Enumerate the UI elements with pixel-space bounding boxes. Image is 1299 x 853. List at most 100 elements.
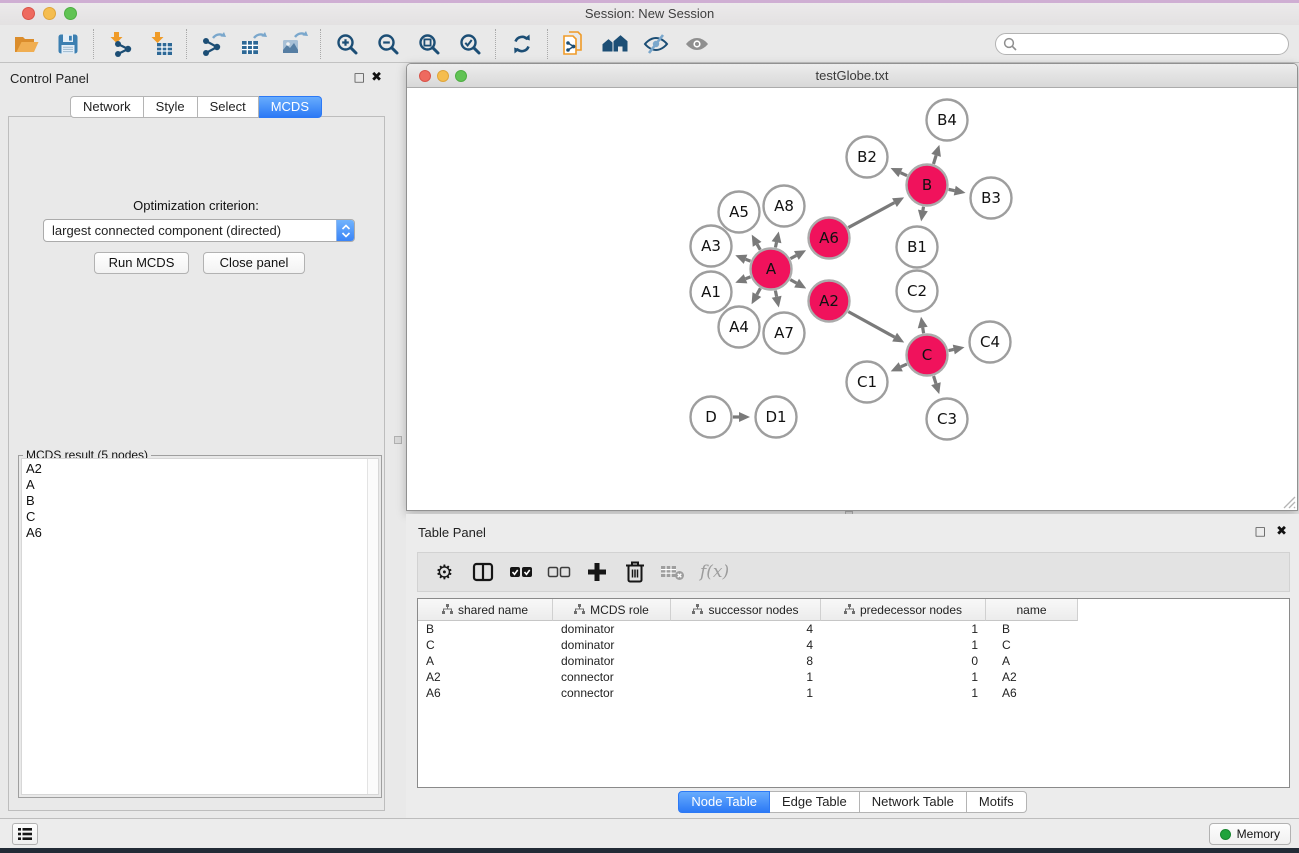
network-graph[interactable]: B4B2BB3A8A5A6A3B1AA1C2A2A4A7C4CC1DD1C3 bbox=[407, 88, 1297, 510]
create-column-icon[interactable] bbox=[582, 557, 611, 587]
arrowhead-icon bbox=[735, 274, 747, 283]
hide-details-icon[interactable] bbox=[635, 28, 676, 60]
delete-table-icon[interactable] bbox=[658, 557, 687, 587]
arrowhead-icon bbox=[772, 231, 782, 243]
network-window-titlebar[interactable]: testGlobe.txt bbox=[407, 64, 1297, 88]
tab-mcds[interactable]: MCDS bbox=[259, 96, 322, 118]
tab-network-table[interactable]: Network Table bbox=[860, 791, 967, 813]
table-header-row[interactable]: shared nameMCDS rolesuccessor nodesprede… bbox=[418, 599, 1289, 621]
table-toolbar: ⚙ f(x) bbox=[417, 552, 1290, 592]
search-input[interactable] bbox=[1022, 37, 1288, 51]
memory-button[interactable]: Memory bbox=[1209, 823, 1291, 845]
edge-B-B3[interactable] bbox=[949, 189, 955, 190]
scrollbar-track[interactable] bbox=[367, 459, 378, 794]
save-session-icon[interactable] bbox=[47, 28, 88, 60]
close-panel-icon[interactable]: ✖ bbox=[371, 70, 382, 85]
edge-A-A8[interactable] bbox=[775, 242, 776, 247]
edge-B-B2[interactable] bbox=[901, 173, 908, 176]
column-header-shared-name[interactable]: shared name bbox=[418, 599, 553, 621]
export-table-icon[interactable] bbox=[233, 28, 274, 60]
zoom-selected-icon[interactable] bbox=[449, 28, 490, 60]
close-panel-button[interactable]: Close panel bbox=[203, 252, 305, 274]
table-cell: 1 bbox=[821, 621, 986, 637]
mcds-result-item[interactable]: A6 bbox=[22, 525, 378, 541]
zoom-out-icon[interactable] bbox=[367, 28, 408, 60]
edge-A-A7[interactable] bbox=[775, 291, 776, 297]
edge-C-C4[interactable] bbox=[949, 349, 954, 350]
node-table[interactable]: shared nameMCDS rolesuccessor nodesprede… bbox=[417, 598, 1290, 788]
export-image-icon[interactable] bbox=[274, 28, 315, 60]
open-session-icon[interactable] bbox=[6, 28, 47, 60]
edge-A-A5[interactable] bbox=[757, 244, 760, 250]
run-mcds-button[interactable]: Run MCDS bbox=[94, 252, 189, 274]
node-label-C: C bbox=[922, 346, 932, 364]
function-builder-icon[interactable]: f(x) bbox=[700, 562, 729, 582]
column-header-mcds-role[interactable]: MCDS role bbox=[553, 599, 671, 621]
edge-B-B1[interactable] bbox=[923, 207, 924, 211]
edge-A-A4[interactable] bbox=[757, 288, 760, 294]
mcds-result-list[interactable]: A2ABCA6 bbox=[21, 458, 379, 795]
edge-C-C3[interactable] bbox=[934, 376, 936, 384]
control-panel-tabs: NetworkStyleSelectMCDS bbox=[0, 96, 392, 118]
edge-B-B4[interactable] bbox=[933, 155, 936, 164]
edge-C-C2[interactable] bbox=[923, 328, 924, 334]
table-row[interactable]: A6connector11A6 bbox=[418, 685, 1289, 701]
edge-A2-C[interactable] bbox=[848, 312, 894, 338]
column-header-name[interactable]: name bbox=[986, 599, 1078, 621]
mcds-result-item[interactable]: C bbox=[22, 509, 378, 525]
select-all-icon[interactable] bbox=[506, 557, 535, 587]
table-cell: B bbox=[986, 621, 1078, 637]
table-cell: A2 bbox=[418, 669, 553, 685]
edge-A-A2[interactable] bbox=[790, 280, 796, 283]
node-label-A8: A8 bbox=[774, 197, 794, 215]
task-history-button[interactable] bbox=[12, 823, 38, 845]
table-cell: A6 bbox=[418, 685, 553, 701]
resize-grip-icon[interactable] bbox=[1283, 496, 1296, 509]
column-header-predecessor-nodes[interactable]: predecessor nodes bbox=[821, 599, 986, 621]
show-columns-icon[interactable] bbox=[468, 557, 497, 587]
table-row[interactable]: Cdominator41C bbox=[418, 637, 1289, 653]
edge-A6-B[interactable] bbox=[848, 203, 894, 228]
table-row[interactable]: Adominator80A bbox=[418, 653, 1289, 669]
optimization-criterion-dropdown[interactable]: largest connected component (directed) bbox=[43, 219, 355, 242]
export-network-icon[interactable] bbox=[192, 28, 233, 60]
node-label-B3: B3 bbox=[981, 189, 1001, 207]
delete-columns-icon[interactable] bbox=[620, 557, 649, 587]
node-label-C3: C3 bbox=[937, 410, 957, 428]
vertical-split-grip[interactable] bbox=[394, 436, 402, 444]
refresh-icon[interactable] bbox=[501, 28, 542, 60]
deselect-all-icon[interactable] bbox=[544, 557, 573, 587]
table-row[interactable]: Bdominator41B bbox=[418, 621, 1289, 637]
tab-network[interactable]: Network bbox=[70, 96, 144, 118]
edge-C-C1[interactable] bbox=[901, 364, 907, 367]
zoom-in-icon[interactable] bbox=[326, 28, 367, 60]
close-panel-icon[interactable]: ✖ bbox=[1276, 524, 1287, 539]
table-row[interactable]: A2connector11A2 bbox=[418, 669, 1289, 685]
network-from-file-icon[interactable] bbox=[553, 28, 594, 60]
tab-select[interactable]: Select bbox=[198, 96, 259, 118]
node-label-A4: A4 bbox=[729, 318, 749, 336]
float-panel-icon[interactable]: □ bbox=[1255, 524, 1266, 538]
edge-A-A3[interactable] bbox=[746, 259, 751, 261]
tab-motifs[interactable]: Motifs bbox=[967, 791, 1027, 813]
tab-style[interactable]: Style bbox=[144, 96, 198, 118]
import-network-icon[interactable] bbox=[99, 28, 140, 60]
edge-A-A6[interactable] bbox=[790, 255, 796, 258]
tab-edge-table[interactable]: Edge Table bbox=[770, 791, 860, 813]
column-header-successor-nodes[interactable]: successor nodes bbox=[671, 599, 821, 621]
mcds-result-item[interactable]: A2 bbox=[22, 459, 378, 477]
table-tabs: Node TableEdge TableNetwork TableMotifs bbox=[406, 791, 1299, 813]
search-field[interactable] bbox=[995, 33, 1289, 55]
home-icon[interactable] bbox=[594, 28, 635, 60]
mcds-result-item[interactable]: A bbox=[22, 477, 378, 493]
tab-node-table[interactable]: Node Table bbox=[678, 791, 770, 813]
float-panel-icon[interactable]: □ bbox=[354, 70, 365, 84]
show-details-icon[interactable] bbox=[676, 28, 717, 60]
mcds-result-item[interactable]: B bbox=[22, 493, 378, 509]
table-settings-gear-icon[interactable]: ⚙ bbox=[430, 557, 459, 587]
import-table-icon[interactable] bbox=[140, 28, 181, 60]
zoom-fit-icon[interactable] bbox=[408, 28, 449, 60]
network-view-window: testGlobe.txt B4B2BB3A8A5A6A3B1AA1C2A2A4… bbox=[406, 63, 1298, 511]
network-canvas[interactable]: B4B2BB3A8A5A6A3B1AA1C2A2A4A7C4CC1DD1C3 bbox=[407, 88, 1297, 510]
edge-A-A1[interactable] bbox=[746, 277, 751, 279]
